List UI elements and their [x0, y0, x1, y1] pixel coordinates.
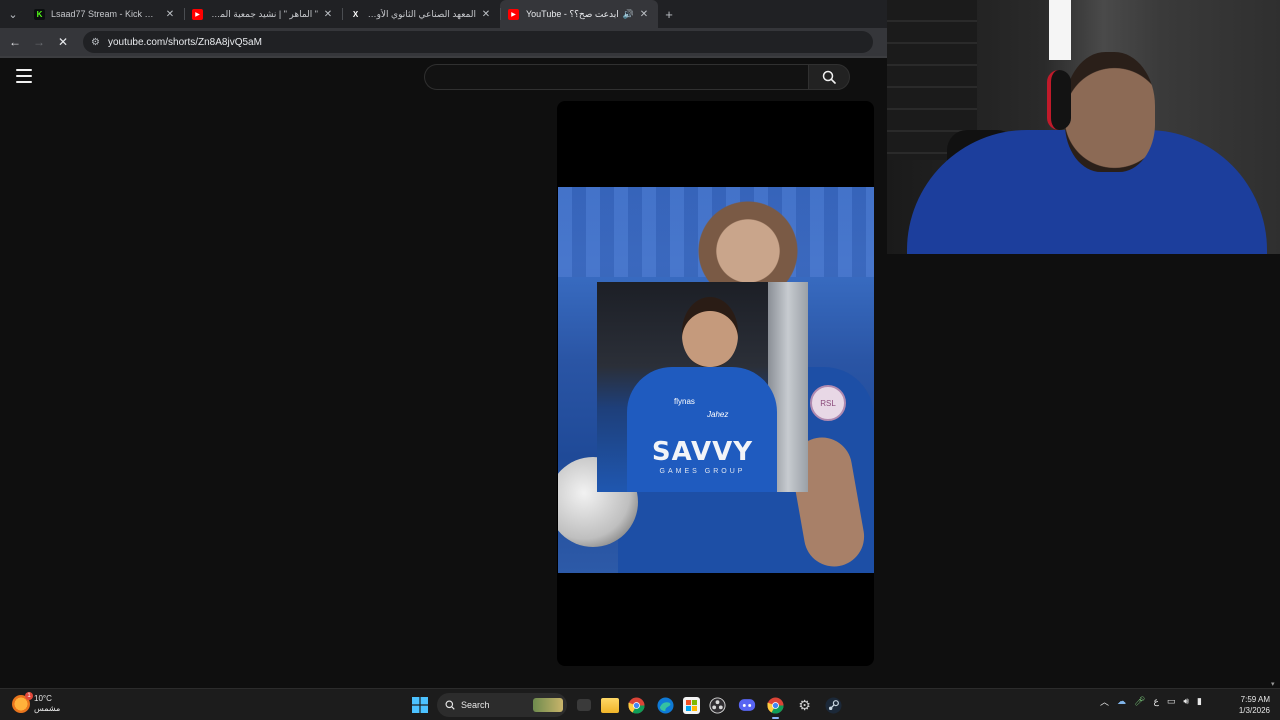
browser-tab-bar: ⌄ K Lsaad77 Stream - Kick Dashboard ✕ ▶ … [0, 0, 887, 28]
youtube-favicon-icon: ▶ [508, 8, 519, 20]
tab-close-icon[interactable]: ✕ [480, 9, 492, 20]
search-icon [445, 700, 455, 710]
input-language-indicator[interactable]: ع [1153, 696, 1158, 707]
windows-taskbar: 1 10°C مشمس Search ⚙ ︿ ☁ 🎤︎ ع ▭ 🔊︎ ▮ 7:5… [0, 688, 1280, 720]
system-clock[interactable]: 7:59 AM 1/3/2026 [1228, 694, 1270, 716]
chrome-active-icon[interactable] [764, 694, 787, 719]
search-input[interactable] [424, 64, 809, 90]
youtube-favicon-icon: ▶ [192, 8, 203, 20]
stop-loading-icon[interactable]: ✕ [51, 30, 75, 54]
microphone-icon[interactable]: 🎤︎ [1134, 696, 1145, 707]
tab-title: " الماهر " | نشيد جمعية الماهر بالقرآن [209, 8, 318, 19]
tab-search-chevron-icon[interactable]: ⌄ [0, 0, 26, 28]
toolbar-divider [0, 56, 887, 58]
taskbar-search-label: Search [461, 700, 490, 710]
shorts-video-player[interactable]: RSL flynas Jahez SAVVY GAMES GROUP [557, 101, 874, 666]
battery-icon[interactable]: ▮ [1197, 696, 1202, 707]
microsoft-store-icon[interactable] [683, 696, 700, 714]
search-icon [822, 70, 836, 84]
weather-temp: 10°C [34, 694, 52, 703]
windows-start-icon[interactable] [408, 694, 431, 717]
back-arrow-icon[interactable]: ← [3, 30, 27, 54]
kick-favicon-icon: K [34, 8, 45, 20]
address-bar[interactable]: ⚙ youtube.com/shorts/Zn8A8jvQ5aM [83, 31, 873, 53]
forward-arrow-icon[interactable]: → [27, 30, 51, 54]
tray-overflow-chevron-icon[interactable]: ︿ [1100, 695, 1109, 708]
volume-icon[interactable]: 🔊︎ [1183, 696, 1189, 707]
tab-title: المعهد الصناعي الثانوي الأول بالرياض [367, 8, 476, 19]
discord-icon[interactable] [735, 694, 758, 717]
tab-maher-anthem[interactable]: ▶ " الماهر " | نشيد جمعية الماهر بالقرآن… [184, 0, 342, 28]
obs-studio-icon[interactable] [706, 694, 729, 717]
file-explorer-icon[interactable] [601, 697, 619, 713]
inset-logo-flynas: flynas [674, 397, 695, 406]
inset-video: flynas Jahez SAVVY GAMES GROUP [597, 282, 808, 492]
tab-close-icon[interactable]: ✕ [322, 9, 334, 20]
tab-close-icon[interactable]: ✕ [164, 9, 176, 20]
inset-player-head [682, 297, 738, 367]
weather-widget[interactable]: 1 10°C مشمس [12, 692, 61, 714]
inset-sponsor-text: SAVVY [651, 437, 754, 467]
search-button[interactable] [808, 64, 850, 90]
weather-alert-badge: 1 [25, 692, 33, 700]
settings-gear-icon[interactable]: ⚙ [793, 694, 816, 717]
network-icon[interactable]: ▭ [1167, 696, 1176, 707]
x-favicon-icon: X [352, 9, 359, 19]
tab-kick-dashboard[interactable]: K Lsaad77 Stream - Kick Dashboard ✕ [26, 0, 184, 28]
tab-x-institute[interactable]: X المعهد الصناعي الثانوي الأول بالرياض ✕ [342, 0, 500, 28]
sun-icon: 1 [12, 692, 33, 713]
tab-close-icon[interactable]: ✕ [638, 9, 650, 20]
url-text: youtube.com/shorts/Zn8A8jvQ5aM [107, 36, 262, 48]
edge-icon[interactable] [654, 694, 677, 717]
weather-desc: مشمس [34, 704, 61, 713]
speaker-icon[interactable]: 🔊 [623, 9, 634, 20]
new-tab-button[interactable]: + [658, 7, 680, 22]
clock-time: 7:59 AM [1240, 695, 1270, 704]
taskbar-search-box[interactable]: Search [437, 693, 567, 717]
onedrive-icon[interactable]: ☁ [1117, 696, 1126, 707]
search-highlight-icon [533, 698, 563, 712]
webcam-overlay [887, 0, 1280, 254]
video-frame[interactable]: RSL flynas Jahez SAVVY GAMES GROUP [558, 187, 874, 573]
system-tray: ︿ ☁ 🎤︎ ع ▭ 🔊︎ ▮ [1100, 695, 1202, 708]
tab-youtube-short[interactable]: ▶ YouTube - ابدعت صح؟؟ 🔊 ✕ [500, 0, 658, 28]
right-empty-area [887, 254, 1280, 686]
league-badge: RSL [810, 385, 846, 421]
taskbar-apps: Search ⚙ [408, 693, 845, 719]
inset-logo-jahez: Jahez [707, 410, 729, 419]
task-view-icon[interactable] [577, 699, 591, 711]
site-info-icon[interactable]: ⚙ [91, 37, 100, 48]
webcam-headset [1047, 70, 1071, 130]
tab-title: Lsaad77 Stream - Kick Dashboard [51, 9, 160, 19]
scroll-down-arrow-icon[interactable]: ▾ [1271, 680, 1279, 688]
webcam-window-light [1049, 0, 1071, 60]
clock-date: 1/3/2026 [1238, 706, 1270, 715]
inset-sponsor-subtext: GAMES GROUP [659, 468, 746, 475]
screen: ⌄ K Lsaad77 Stream - Kick Dashboard ✕ ▶ … [0, 0, 1280, 720]
webcam-face [1065, 52, 1155, 172]
browser-toolbar: ← → ✕ ⚙ youtube.com/shorts/Zn8A8jvQ5aM [0, 28, 887, 56]
tab-title: YouTube - ابدعت صح؟؟ [525, 8, 619, 19]
chrome-icon[interactable] [625, 694, 648, 717]
menu-icon[interactable] [16, 69, 32, 83]
steam-icon[interactable] [822, 694, 845, 717]
